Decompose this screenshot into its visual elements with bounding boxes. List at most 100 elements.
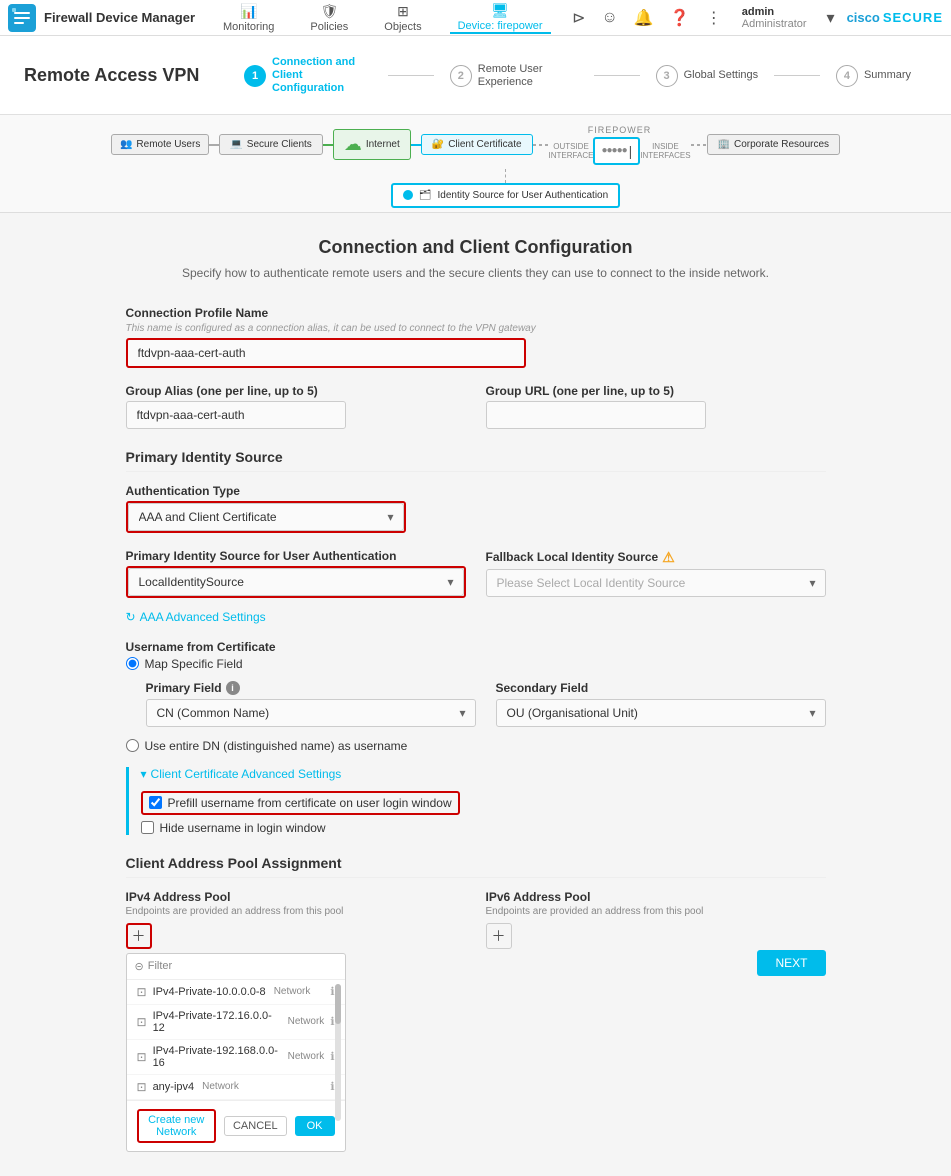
hide-username-checkbox[interactable] xyxy=(141,821,154,834)
nav-monitoring[interactable]: 📊 Monitoring xyxy=(215,3,282,33)
topo-outside: OUTSIDE INTERFACE xyxy=(549,142,594,160)
pool-row: IPv4 Address Pool Endpoints are provided… xyxy=(126,890,826,1152)
nav-user: admin Administrator xyxy=(742,6,807,30)
group-alias-input[interactable] xyxy=(126,401,346,429)
nav-right: ⊳ ☺ 🔔 ❓ ⋮ admin Administrator ▾ cisco SE… xyxy=(568,4,943,32)
aaa-advanced-link[interactable]: ↻ AAA Advanced Settings xyxy=(126,610,826,624)
primary-source-col: Primary Identity Source for User Authent… xyxy=(126,549,466,598)
user-icon-btn[interactable]: ☺ xyxy=(598,5,622,31)
topo-corporate-label: Corporate Resources xyxy=(734,139,829,150)
client-cert-advanced-title[interactable]: ▾ Client Certificate Advanced Settings xyxy=(141,767,826,781)
topo-identity: 🗂 Identity Source for User Authenticatio… xyxy=(391,169,620,208)
nav-device[interactable]: 🖥 Device: firepower xyxy=(450,2,551,34)
secure-text: SECURE xyxy=(883,10,943,25)
fw-ports: ●●●●● xyxy=(601,145,626,156)
identity-row: 🗂 Identity Source for User Authenticatio… xyxy=(20,169,931,208)
nav-device-label: Device: firepower xyxy=(458,20,543,32)
dropdown-item-0[interactable]: ⊡ IPv4-Private-10.0.0.0-8 Network ℹ xyxy=(127,980,345,1005)
ipv6-pool-add-btn[interactable]: ＋ xyxy=(486,923,512,949)
notifications-btn[interactable]: 🔔 xyxy=(630,4,658,32)
username-cert-label: Username from Certificate xyxy=(126,640,826,654)
wizard-step-3-label: Global Settings xyxy=(684,69,759,82)
create-network-btn[interactable]: Create new Network xyxy=(137,1109,216,1143)
aaa-link-label: AAA Advanced Settings xyxy=(140,610,266,624)
auth-type-select[interactable]: AAA Only Client Certificate Only AAA and… xyxy=(128,503,404,531)
radio-map-field-label: Map Specific Field xyxy=(145,657,243,671)
primary-field-select-wrap: CN (Common Name) OU (Organisational Unit… xyxy=(146,699,476,727)
wizard-steps: 1 Connection and Client Configuration 2 … xyxy=(228,48,927,104)
wizard-divider-1 xyxy=(388,75,434,76)
wizard-step-3-num: 3 xyxy=(656,65,678,87)
group-url-label: Group URL (one per line, up to 5) xyxy=(486,384,826,398)
dropdown-item-2[interactable]: ⊡ IPv4-Private-192.168.0.0-16 Network ℹ xyxy=(127,1040,345,1075)
nav-policies[interactable]: 🛡 Policies xyxy=(302,3,356,33)
ipv4-pool-col: IPv4 Address Pool Endpoints are provided… xyxy=(126,890,466,1152)
plus-icon-ipv6: ＋ xyxy=(492,926,506,946)
group-url-input[interactable] xyxy=(486,401,706,429)
topo-line-green xyxy=(323,144,333,146)
nav-items: 📊 Monitoring 🛡 Policies ⊞ Objects 🖥 Devi… xyxy=(215,2,568,34)
dropdown-item-3[interactable]: ⊡ any-ipv4 Network ℹ xyxy=(127,1075,345,1100)
dropdown-scrollbar xyxy=(335,984,341,1121)
monitoring-icon: 📊 xyxy=(240,3,257,20)
wizard-step-4-label: Summary xyxy=(864,69,911,82)
user-dropdown-btn[interactable]: ▾ xyxy=(823,4,839,32)
auth-type-label: Authentication Type xyxy=(126,484,826,498)
wizard-step-1[interactable]: 1 Connection and Client Configuration xyxy=(228,48,388,104)
next-button[interactable]: NEXT xyxy=(757,950,825,976)
primary-field-info-icon[interactable]: i xyxy=(226,681,240,695)
wizard-divider-3 xyxy=(774,75,820,76)
prefill-checkbox[interactable] xyxy=(149,796,162,809)
connection-profile-input[interactable] xyxy=(126,338,526,368)
fallback-select[interactable]: Please Select Local Identity Source xyxy=(486,569,826,597)
primary-source-select[interactable]: LocalIdentitySource xyxy=(128,568,464,596)
identity-source-box: 🗂 Identity Source for User Authenticatio… xyxy=(391,183,620,208)
deploy-btn[interactable]: ⊳ xyxy=(568,4,589,32)
nav-objects[interactable]: ⊞ Objects xyxy=(376,3,429,33)
ipv4-pool-add-btn[interactable]: ＋ xyxy=(126,923,152,949)
help-btn[interactable]: ❓ xyxy=(666,4,694,32)
topo-remote-users-label: Remote Users xyxy=(136,139,200,150)
group-alias-col: Group Alias (one per line, up to 5) xyxy=(126,384,466,429)
radio-map-field-input[interactable] xyxy=(126,657,139,670)
wizard-step-1-num: 1 xyxy=(244,65,266,87)
cancel-btn[interactable]: CANCEL xyxy=(224,1116,287,1136)
identity-source-row: Primary Identity Source for User Authent… xyxy=(126,549,826,598)
dropdown-item-1[interactable]: ⊡ IPv4-Private-172.16.0.0-12 Network ℹ xyxy=(127,1005,345,1040)
fallback-warning-icon: ⚠ xyxy=(662,549,675,566)
ok-btn[interactable]: OK xyxy=(295,1116,335,1136)
wizard-step-2[interactable]: 2 Remote User Experience xyxy=(434,55,594,97)
plus-icon: ＋ xyxy=(132,926,146,946)
username-cert-radios: Map Specific Field xyxy=(126,657,826,671)
item-2-name: IPv4-Private-192.168.0.0-16 xyxy=(153,1045,280,1069)
primary-source-select-wrap: LocalIdentitySource xyxy=(126,566,466,598)
topo-remote-users: 👥 Remote Users xyxy=(111,134,209,155)
ipv6-pool-hint: Endpoints are provided an address from t… xyxy=(486,906,826,917)
item-1-name: IPv4-Private-172.16.0.0-12 xyxy=(153,1010,280,1034)
wizard-step-2-num: 2 xyxy=(450,65,472,87)
ipv6-pool-label: IPv6 Address Pool xyxy=(486,890,826,904)
page-title-row: Remote Access VPN 1 Connection and Clien… xyxy=(24,48,927,104)
secondary-field-select-wrap: CN (Common Name) OU (Organisational Unit… xyxy=(496,699,826,727)
hide-username-label: Hide username in login window xyxy=(160,821,326,835)
ipv4-pool-label: IPv4 Address Pool xyxy=(126,890,466,904)
item-2-type: Network xyxy=(288,1051,325,1062)
topo-firepower-section: FIREPOWER OUTSIDE INTERFACE ●●●●● | INSI… xyxy=(549,125,691,165)
secondary-field-select[interactable]: CN (Common Name) OU (Organisational Unit… xyxy=(496,699,826,727)
inside-label2: INTERFACES xyxy=(640,151,690,160)
inside-label: INSIDE xyxy=(652,142,679,151)
fw-divider: | xyxy=(629,143,633,159)
wizard-step-3[interactable]: 3 Global Settings xyxy=(640,57,775,95)
item-1-icon: ⊡ xyxy=(137,1015,147,1029)
group-url-col: Group URL (one per line, up to 5) xyxy=(486,384,826,429)
identity-source-label: Identity Source for User Authentication xyxy=(438,190,609,201)
more-btn[interactable]: ⋮ xyxy=(702,4,726,32)
radio-dn-input[interactable] xyxy=(126,739,139,752)
wizard-step-4[interactable]: 4 Summary xyxy=(820,57,927,95)
topo-internet: ☁ Internet xyxy=(333,129,411,160)
wizard-step-1-label: Connection and Client Configuration xyxy=(272,56,372,96)
outside-label2: INTERFACE xyxy=(549,151,594,160)
radio-dn: Use entire DN (distinguished name) as us… xyxy=(126,739,826,753)
nav-monitoring-label: Monitoring xyxy=(223,21,274,33)
primary-field-select[interactable]: CN (Common Name) OU (Organisational Unit… xyxy=(146,699,476,727)
